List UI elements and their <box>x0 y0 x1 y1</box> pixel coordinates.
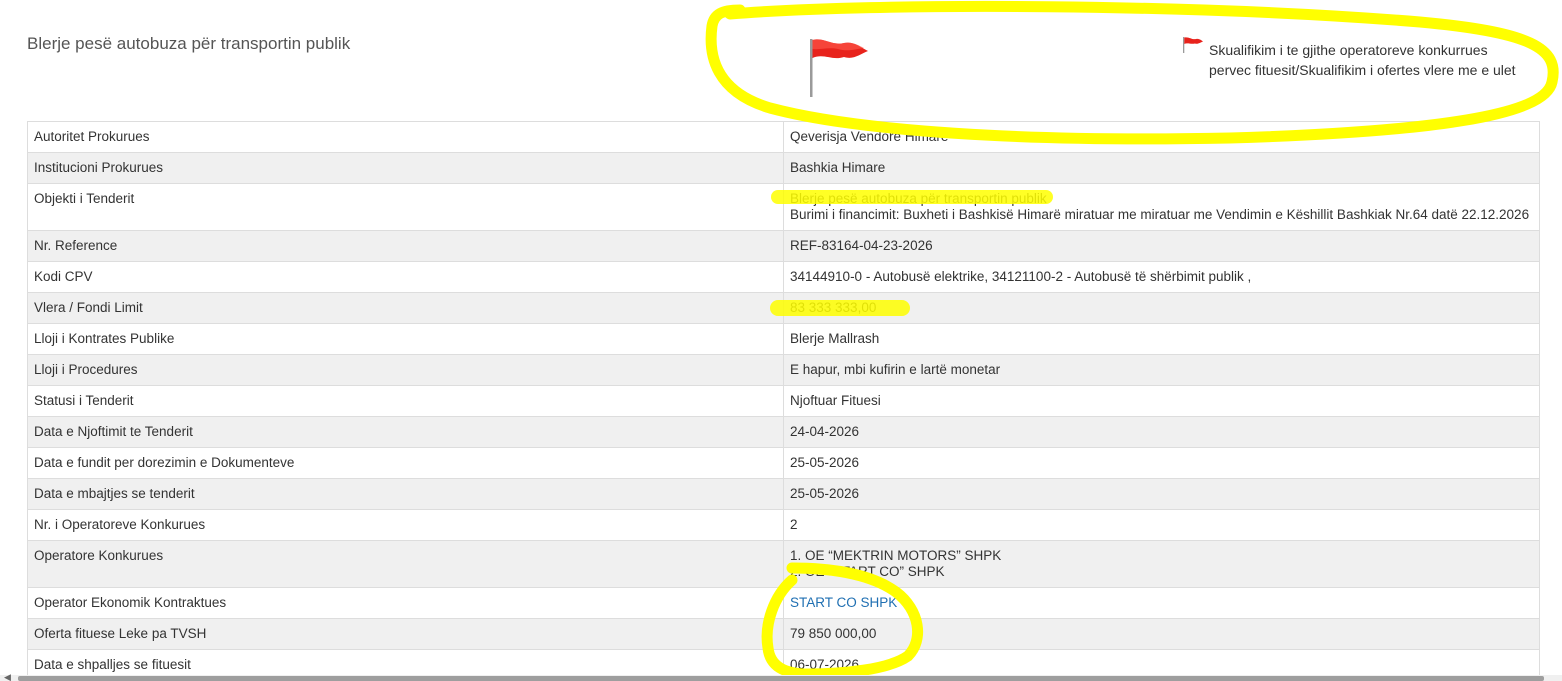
row-value: 25-05-2026 <box>783 478 1540 510</box>
row-label: Lloji i Kontrates Publike <box>27 323 784 355</box>
row-value: 25-05-2026 <box>783 447 1540 479</box>
row-label: Vlera / Fondi Limit <box>27 292 784 324</box>
row-label: Institucioni Prokurues <box>27 152 784 184</box>
row-value: Njoftuar Fituesi <box>783 385 1540 417</box>
row-value: Bashkia Himare <box>783 152 1540 184</box>
row-label: Statusi i Tenderit <box>27 385 784 417</box>
row-label: Operator Ekonomik Kontraktues <box>27 587 784 619</box>
flag-note: Skualifikim i te gjithe operatoreve konk… <box>1209 42 1516 78</box>
table-row: Lloji i Procedures E hapur, mbi kufirin … <box>27 354 1540 386</box>
row-value: 1. OE “MEKTRIN MOTORS” SHPK 2. OE “START… <box>783 540 1540 588</box>
row-label: Lloji i Procedures <box>27 354 784 386</box>
table-row: Data e fundit per dorezimin e Dokumentev… <box>27 447 1540 479</box>
row-label: Nr. Reference <box>27 230 784 262</box>
tender-object-text: Blerje pesë autobuza për transportin pub… <box>790 191 1047 206</box>
row-label: Data e mbajtjes se tenderit <box>27 478 784 510</box>
row-value: Blerje pesë autobuza për transportin pub… <box>783 183 1540 231</box>
row-value: START CO SHPK <box>783 587 1540 619</box>
left-arrow-icon[interactable]: ◀ <box>4 672 11 681</box>
row-label: Oferta fituese Leke pa TVSH <box>27 618 784 650</box>
row-label: Nr. i Operatoreve Konkurues <box>27 509 784 541</box>
page-title: Blerje pesë autobuza për transportin pub… <box>27 34 351 53</box>
table-row: Operatore Konkurues 1. OE “MEKTRIN MOTOR… <box>27 540 1540 588</box>
table-row: Statusi i Tenderit Njoftuar Fituesi <box>27 385 1540 417</box>
table-row: Operator Ekonomik Kontraktues START CO S… <box>27 587 1540 619</box>
table-row: Kodi CPV 34144910-0 - Autobusë elektrike… <box>27 261 1540 293</box>
row-value: REF-83164-04-23-2026 <box>783 230 1540 262</box>
row-label: Data e fundit per dorezimin e Dokumentev… <box>27 447 784 479</box>
operator-item: 1. OE “MEKTRIN MOTORS” SHPK <box>790 548 1002 563</box>
row-value: 24-04-2026 <box>783 416 1540 448</box>
table-row: Nr. i Operatoreve Konkurues 2 <box>27 509 1540 541</box>
row-value: Qeverisja Vendore Himarë <box>783 121 1540 153</box>
table-row: Lloji i Kontrates Publike Blerje Mallras… <box>27 323 1540 355</box>
row-label: Objekti i Tenderit <box>27 183 784 231</box>
row-label: Kodi CPV <box>27 261 784 293</box>
row-label: Operatore Konkurues <box>27 540 784 588</box>
table-row: Autoritet Prokurues Qeverisja Vendore Hi… <box>27 121 1540 153</box>
operator-item: 2. OE “START CO” SHPK <box>790 564 945 579</box>
row-value: 2 <box>783 509 1540 541</box>
funding-source-text: Burimi i financimit: Buxheti i Bashkisë … <box>790 207 1530 222</box>
row-value: 34144910-0 - Autobusë elektrike, 3412110… <box>783 261 1540 293</box>
table-row: Data e mbajtjes se tenderit 25-05-2026 <box>27 478 1540 510</box>
row-label: Data e Njoftimit te Tenderit <box>27 416 784 448</box>
scrollbar-thumb[interactable] <box>18 676 1544 681</box>
row-value: 79 850 000,00 <box>783 618 1540 650</box>
table-row: Objekti i Tenderit Blerje pesë autobuza … <box>27 183 1540 231</box>
table-row: Data e Njoftimit te Tenderit 24-04-2026 <box>27 416 1540 448</box>
table-row: Vlera / Fondi Limit 83 333 333,00 <box>27 292 1540 324</box>
row-value: 83 333 333,00 <box>783 292 1540 324</box>
row-value: Blerje Mallrash <box>783 323 1540 355</box>
red-flag-icon <box>810 39 868 97</box>
row-label: Autoritet Prokurues <box>27 121 784 153</box>
row-value: E hapur, mbi kufirin e lartë monetar <box>783 354 1540 386</box>
table-row: Institucioni Prokurues Bashkia Himare <box>27 152 1540 184</box>
horizontal-scrollbar[interactable]: ◀ <box>0 672 1562 681</box>
table-row: Oferta fituese Leke pa TVSH 79 850 000,0… <box>27 618 1540 650</box>
red-flag-icon <box>1183 37 1203 53</box>
table-row: Nr. Reference REF-83164-04-23-2026 <box>27 230 1540 262</box>
tender-details-table: Autoritet Prokurues Qeverisja Vendore Hi… <box>27 121 1540 681</box>
contractor-link[interactable]: START CO SHPK <box>790 595 897 610</box>
